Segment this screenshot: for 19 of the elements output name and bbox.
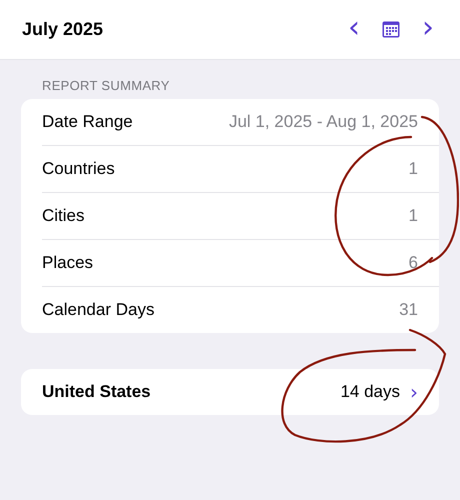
- section-heading: REPORT SUMMARY: [41, 77, 171, 95]
- row-label: Countries: [42, 159, 115, 179]
- row-value: 31: [399, 300, 418, 320]
- row-value: 6: [408, 253, 418, 273]
- month-title: July 2025: [22, 19, 104, 40]
- day-count: 14 days: [340, 382, 400, 402]
- row-label: Cities: [42, 206, 85, 226]
- previous-button[interactable]: ‹: [344, 12, 364, 42]
- country-row[interactable]: United States 14 days ›: [21, 369, 439, 415]
- row-value: 1: [408, 206, 418, 226]
- row-label: Places: [42, 253, 94, 273]
- row-label: Calendar Days: [42, 300, 154, 320]
- calendar-icon[interactable]: [382, 21, 400, 38]
- next-button[interactable]: ›: [418, 12, 438, 42]
- row-value: Jul 1, 2025 - Aug 1, 2025: [228, 112, 418, 132]
- row-value: 1: [408, 159, 418, 179]
- row-label: Date Range: [42, 112, 133, 132]
- chevron: ›: [410, 380, 418, 404]
- country-name: United States: [42, 382, 151, 402]
